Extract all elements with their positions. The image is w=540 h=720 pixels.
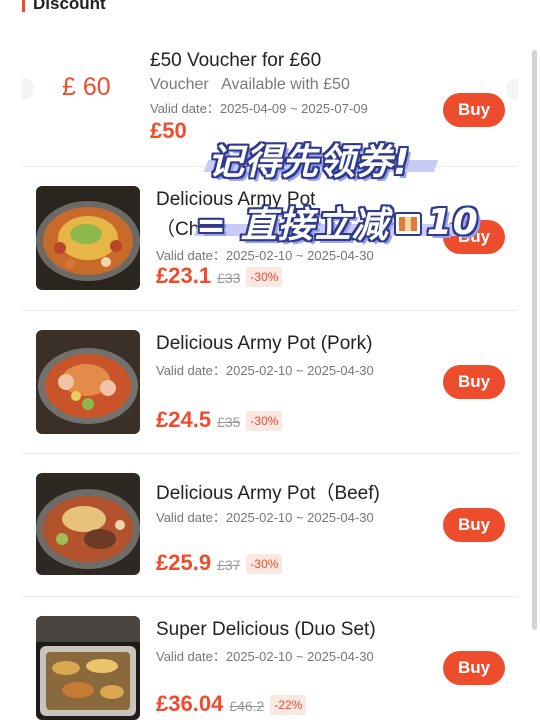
product-card: Delicious Army Pot（Beef) Valid date：2025… [22,454,518,596]
voucher-valid-date: Valid date：2025-04-09 ~ 2025-07-09 [150,101,368,116]
section-title: Discount [33,0,106,13]
army-pot-image [36,186,140,290]
product-title: Delicious Army Pot（Beef) [156,483,380,504]
product-valid-date: Valid date：2025-02-10 ~ 2025-04-30 [156,649,374,664]
product-title: Delicious Army Pot (Pork) [156,333,373,354]
product-thumbnail[interactable] [36,186,140,290]
product-thumbnail[interactable] [36,616,140,720]
product-title: Super Delicious (Duo Set) [156,619,376,640]
product-price: £36.04 [156,691,224,716]
discount-badge: -22% [270,695,307,715]
product-price-row: £36.04 £46.2 -22% [156,691,307,717]
product-price-row: £24.5 £35 -30% [156,407,283,433]
section-header: Discount [22,0,106,14]
voucher-subtitle: Voucher Available with £50 [150,76,350,93]
product-original-price: £33 [217,270,241,286]
discount-badge: -30% [246,411,283,431]
voucher-amount: £ 60 [62,73,111,101]
voucher-notch-right [506,78,518,100]
product-price: £23.1 [156,263,212,288]
overlay-caption-amount: 10 [426,201,479,243]
voucher-notch-left [22,78,34,100]
voucher-price-row: £50 [150,118,187,144]
product-price: £24.5 [156,407,212,432]
product-original-price: £37 [217,557,241,573]
overlay-caption-prefix: = 直接立减 [196,205,389,246]
scrollbar-track[interactable] [532,50,537,630]
product-card: Delicious Army Pot (Pork) Valid date：202… [22,311,518,453]
product-buy-button[interactable]: Buy [443,508,505,542]
army-pot-image [36,330,140,434]
product-valid-date: Valid date：2025-02-10 ~ 2025-04-30 [156,510,374,525]
money-bill-icon [393,209,423,239]
product-original-price: £46.2 [229,698,265,714]
product-buy-button[interactable]: Buy [443,651,505,685]
voucher-buy-button[interactable]: Buy [443,93,505,127]
discount-badge: -30% [246,267,283,287]
scrollbar-thumb[interactable] [532,50,537,630]
section-accent-bar [22,0,25,12]
product-original-price: £35 [217,414,241,430]
product-price-row: £25.9 £37 -30% [156,550,283,576]
product-buy-button[interactable]: Buy [443,365,505,399]
army-pot-image [36,473,140,575]
product-price: £25.9 [156,550,212,575]
product-thumbnail[interactable] [36,473,140,575]
product-card: Super Delicious (Duo Set) Valid date：202… [22,597,518,720]
voucher-title: £50 Voucher for £60 [150,50,322,71]
discount-badge: -30% [246,554,283,574]
duo-set-image [36,616,140,720]
overlay-caption-line2: = 直接立减 10 [196,196,479,248]
product-valid-date: Valid date：2025-02-10 ~ 2025-04-30 [156,363,374,378]
product-thumbnail[interactable] [36,330,140,434]
product-price-row: £23.1 £33 -30% [156,263,283,289]
product-title-continued: （Ch [156,219,200,240]
overlay-caption-line1: 记得先领券! [208,142,411,183]
voucher-price: £50 [150,118,187,143]
